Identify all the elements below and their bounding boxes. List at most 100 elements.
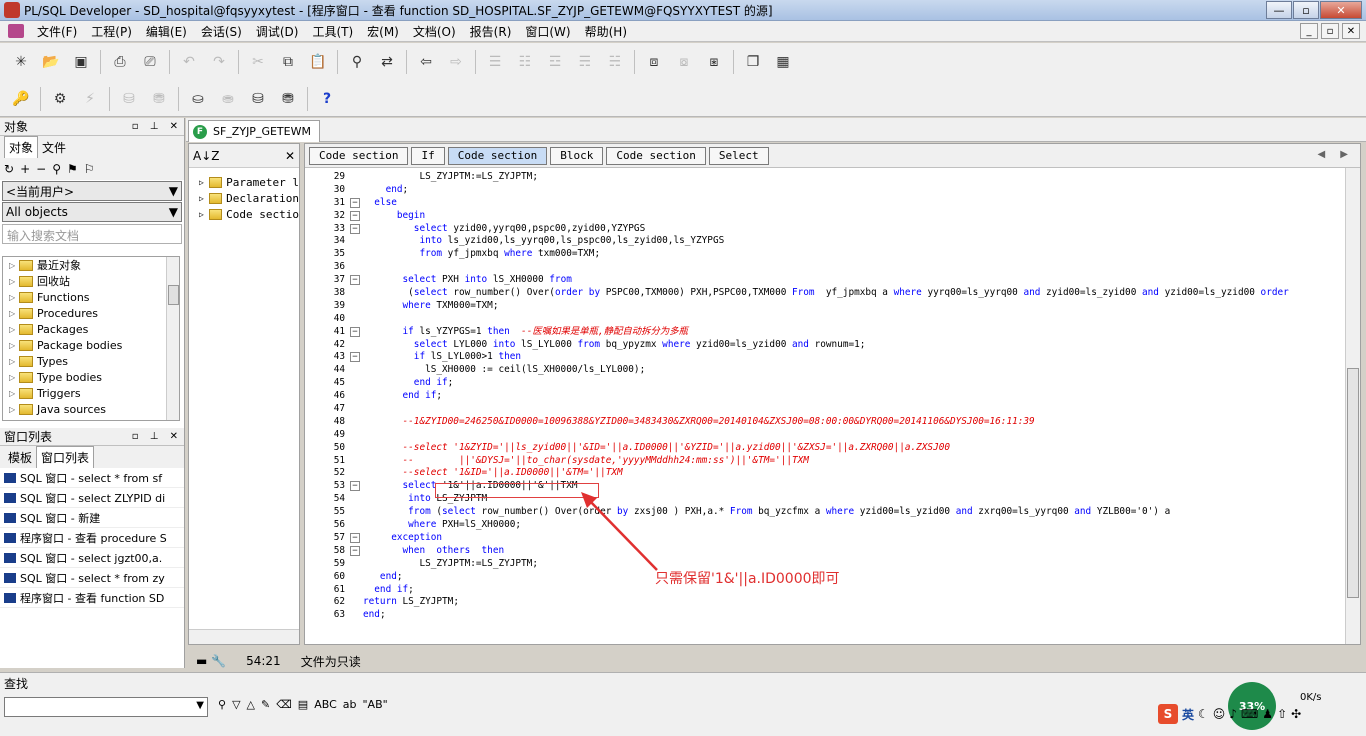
database-icon[interactable]: ⛀ <box>186 87 210 111</box>
chevron-down-icon[interactable]: ▼ <box>196 700 204 711</box>
regex-button[interactable]: "AB" <box>362 698 387 711</box>
code-line[interactable]: 62 return LS_ZYJPTM; <box>305 596 1345 609</box>
crumb-scroll-arrows[interactable]: ◀ ▶ <box>1317 149 1354 160</box>
expand-icon[interactable]: ▷ <box>9 277 19 286</box>
find-input[interactable]: ▼ <box>4 697 208 717</box>
expand-icon[interactable]: ▷ <box>9 357 19 366</box>
code-line[interactable]: 51 -- ||'&DYSJ='||to_char(sysdate,'yyyyM… <box>305 455 1345 468</box>
object-filter-select[interactable]: All objects ▼ <box>2 202 182 222</box>
find-icon[interactable]: ⚲ <box>345 50 369 74</box>
minimize-button[interactable]: — <box>1266 1 1292 19</box>
undo-icon[interactable]: ↶ <box>177 50 201 74</box>
paste-icon[interactable]: 📋 <box>306 50 330 74</box>
tree-item[interactable]: ▷ Functions <box>3 289 179 305</box>
menu-docs[interactable]: 文档(O) <box>406 23 463 40</box>
filter-edit-icon[interactable]: ⚐ <box>84 162 95 176</box>
code-line[interactable]: 45 end if; <box>305 377 1345 390</box>
help-icon[interactable]: ? <box>315 87 339 111</box>
break-icon[interactable]: ⇨ <box>444 50 468 74</box>
scroll-thumb[interactable] <box>168 285 179 305</box>
code-line[interactable]: 39 where TXM000=TXM; <box>305 300 1345 313</box>
list-item[interactable]: SQL 窗口 - 新建 <box>0 508 184 528</box>
code-line[interactable]: 32− begin <box>305 210 1345 223</box>
expand-icon[interactable]: ▷ <box>199 178 209 187</box>
add-icon[interactable]: + <box>20 162 30 176</box>
code-line[interactable]: 40 <box>305 313 1345 326</box>
tree-item[interactable]: ▷ Type bodies <box>3 369 179 385</box>
tree-scrollbar[interactable] <box>166 257 179 420</box>
uncomment-icon[interactable]: ☴ <box>573 50 597 74</box>
code-line[interactable]: 57− exception <box>305 532 1345 545</box>
menu-help[interactable]: 帮助(H) <box>578 23 634 40</box>
indent-icon[interactable]: ☰ <box>483 50 507 74</box>
code-line[interactable]: 46 end if; <box>305 390 1345 403</box>
tab-templates[interactable]: 模板 <box>4 447 36 468</box>
menu-edit[interactable]: 编辑(E) <box>139 23 194 40</box>
editor-vscrollbar[interactable] <box>1345 168 1360 644</box>
expand-icon[interactable]: ▷ <box>9 373 19 382</box>
disconnect-icon[interactable]: ⛃ <box>276 87 300 111</box>
tab-files[interactable]: 文件 <box>38 137 70 158</box>
fold-toggle-icon[interactable]: − <box>350 532 360 543</box>
tree-item[interactable]: ▷ Procedures <box>3 305 179 321</box>
list-item[interactable]: SQL 窗口 - select * from sf <box>0 468 184 488</box>
connect-icon[interactable]: ⛁ <box>246 87 270 111</box>
format-icon[interactable]: ☵ <box>603 50 627 74</box>
list-item[interactable]: SQL 窗口 - select * from zy <box>0 568 184 588</box>
expand-icon[interactable]: ▷ <box>9 293 19 302</box>
expand-icon[interactable]: ▷ <box>9 389 19 398</box>
expand-icon[interactable]: ▷ <box>9 405 19 414</box>
code-line[interactable]: 38 (select row_number() Over(order by PS… <box>305 287 1345 300</box>
tile-icon[interactable]: ⧇ <box>672 50 696 74</box>
code-line[interactable]: 43− if lS_LYL000>1 then <box>305 351 1345 364</box>
fold-toggle-icon[interactable]: − <box>350 210 360 221</box>
tab-sf-zyjp-getewm[interactable]: F SF_ZYJP_GETEWM <box>188 120 320 142</box>
mdi-minimize-button[interactable]: _ <box>1300 23 1318 39</box>
object-search-input[interactable]: 输入搜索文档 <box>2 224 182 244</box>
rollback-icon[interactable]: ⛃ <box>147 87 171 111</box>
refresh-icon[interactable]: ↻ <box>4 162 14 176</box>
fold-toggle-icon[interactable]: − <box>350 223 360 234</box>
gear-icon[interactable]: ⚙ <box>48 87 72 111</box>
expand-icon[interactable]: ▷ <box>9 309 19 318</box>
code-line[interactable]: 35 from yf_jpmxbq where txm000=TXM; <box>305 248 1345 261</box>
remove-icon[interactable]: − <box>36 162 46 176</box>
crumb-select[interactable]: Select <box>708 146 769 165</box>
find-replace-icon[interactable]: ⇄ <box>375 50 399 74</box>
menu-macro[interactable]: 宏(M) <box>360 23 406 40</box>
tools-icon[interactable]: ✣ <box>1291 707 1301 721</box>
arrange-icon[interactable]: ⧆ <box>702 50 726 74</box>
code-line[interactable]: 50 --select '1&ZYID='||ls_zyid00||'&ID='… <box>305 442 1345 455</box>
copy-icon[interactable]: ⧉ <box>276 50 300 74</box>
microphone-icon[interactable]: ♪ <box>1229 707 1237 721</box>
crumb-block[interactable]: Block <box>550 146 604 165</box>
redo-icon[interactable]: ↷ <box>207 50 231 74</box>
ime-icon[interactable]: S <box>1158 704 1178 724</box>
selection-icon[interactable]: ▤ <box>298 698 308 711</box>
maximize-button[interactable]: ▫ <box>1293 1 1319 19</box>
doc-icon[interactable] <box>8 24 24 38</box>
mdi-close-button[interactable]: ✕ <box>1342 23 1360 39</box>
expand-icon[interactable]: ▷ <box>9 341 19 350</box>
cascade-icon[interactable]: ⧈ <box>642 50 666 74</box>
code-line[interactable]: 55 from (select row_number() Over(order … <box>305 506 1345 519</box>
tree-item[interactable]: ▷ Package bodies <box>3 337 179 353</box>
panel-pin-icon[interactable]: ▫ ⊥ ✕ <box>132 121 184 132</box>
menu-project[interactable]: 工程(P) <box>84 23 139 40</box>
find-next-icon[interactable]: ▽ <box>232 698 240 711</box>
expand-icon[interactable]: ▷ <box>199 194 209 203</box>
open-folder-icon[interactable]: 📂 <box>39 50 63 74</box>
code-line[interactable]: 42 select LYL000 into lS_LYL000 from bq_… <box>305 339 1345 352</box>
tree-item[interactable]: ▷ Triggers <box>3 385 179 401</box>
list-item[interactable]: SQL 窗口 - select ZLYPID di <box>0 488 184 508</box>
psql-icon[interactable]: ⛂ <box>216 87 240 111</box>
highlight-icon[interactable]: ✎ <box>261 698 270 711</box>
tree-item[interactable]: ▷ Packages <box>3 321 179 337</box>
tree-item[interactable]: ▷ Java sources <box>3 401 179 417</box>
moon-icon[interactable]: ☾ <box>1198 707 1209 721</box>
expand-icon[interactable]: ▷ <box>9 261 19 270</box>
code-line[interactable]: 44 lS_XH0000 := ceil(lS_XH0000/ls_LYL000… <box>305 364 1345 377</box>
crumb-if[interactable]: If <box>411 146 445 165</box>
list-item[interactable]: 程序窗口 - 查看 procedure S <box>0 528 184 548</box>
menu-tools[interactable]: 工具(T) <box>305 23 360 40</box>
